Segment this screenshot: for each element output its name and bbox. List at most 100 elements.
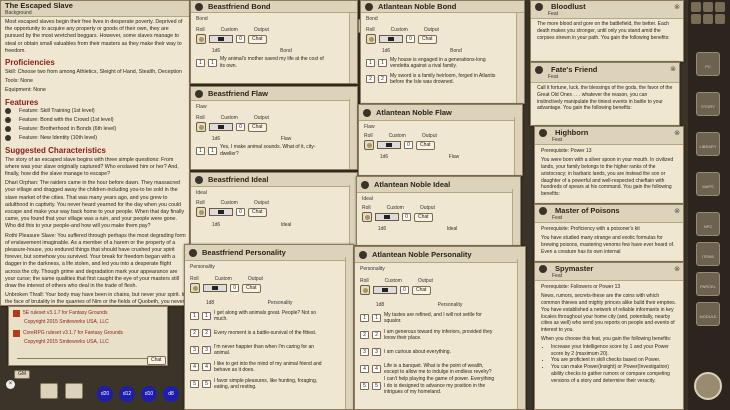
sidebar-items[interactable]: ITEMS	[696, 242, 720, 266]
result-text[interactable]: Yes, I make animal sounds. What of it, c…	[220, 144, 330, 157]
range-to[interactable]: 2	[378, 75, 387, 83]
result-text[interactable]: My sword is a family heirloom, forged in…	[390, 73, 498, 86]
range-from[interactable]: 1	[190, 312, 199, 320]
chat-output-button[interactable]: Chat	[242, 283, 261, 293]
result-text[interactable]: I favor simple pleasures, like hunting, …	[214, 378, 326, 391]
tokens-icon[interactable]	[691, 14, 701, 24]
range-to[interactable]: 5	[202, 380, 211, 388]
sidebar-module[interactable]: MODULE	[696, 302, 720, 326]
scrollbar[interactable]	[516, 13, 524, 103]
sidebar-maps[interactable]: MAPS	[696, 172, 720, 196]
feature-item[interactable]: Feature: Skill Training (1st level)	[19, 108, 95, 114]
range-from[interactable]: 1	[196, 146, 205, 155]
feature-link-icon[interactable]	[5, 108, 11, 115]
chat-output-button[interactable]: Chat	[414, 212, 433, 222]
custom-dice-field[interactable]	[373, 286, 397, 294]
chat-output-button[interactable]: Chat	[248, 34, 267, 44]
d10-die[interactable]: d10	[141, 386, 157, 402]
custom-dice-field[interactable]	[379, 35, 403, 43]
assets-icon[interactable]	[703, 14, 713, 24]
d8-die[interactable]: d8	[163, 386, 179, 402]
range-from[interactable]: 5	[190, 380, 199, 388]
modifier-field[interactable]: 0	[236, 208, 245, 216]
roll-button[interactable]	[196, 122, 206, 132]
range-from[interactable]: 1	[366, 59, 375, 67]
scrollbar[interactable]	[345, 257, 353, 409]
roll-button[interactable]	[190, 283, 200, 293]
range-to[interactable]: 4	[372, 365, 381, 373]
chat-output-button[interactable]: Chat	[418, 34, 437, 44]
chat-output-button[interactable]: Chat	[416, 140, 435, 150]
roll-button[interactable]	[360, 285, 370, 295]
modifier-field[interactable]: 0	[236, 35, 245, 43]
close-chat-icon[interactable]: ×	[6, 380, 15, 389]
range-to[interactable]: 2	[202, 329, 211, 337]
result-text[interactable]: My tastes are refined, and I will not se…	[384, 312, 496, 325]
custom-dice-field[interactable]	[209, 123, 233, 131]
modifier-field[interactable]: 0	[230, 284, 239, 292]
range-from[interactable]: 5	[360, 382, 369, 390]
result-text[interactable]: Every moment is a battle-survival of the…	[214, 330, 326, 337]
close-icon[interactable]: ⊗	[674, 129, 680, 137]
settings-icon[interactable]	[715, 14, 725, 24]
chat-input[interactable]	[17, 353, 157, 359]
close-icon[interactable]: ⊗	[670, 65, 676, 73]
d20-die[interactable]: d20	[97, 386, 113, 402]
sidebar-parcel[interactable]: PARCEL	[696, 272, 720, 296]
close-icon[interactable]: ⊗	[674, 265, 680, 273]
scrollbar[interactable]	[514, 117, 522, 175]
scrollbar[interactable]	[517, 259, 525, 409]
result-text[interactable]: My animal's mother saved my life at the …	[220, 56, 330, 69]
range-from[interactable]: 3	[190, 346, 199, 354]
modifier-field[interactable]: 0	[402, 213, 411, 221]
range-to[interactable]: 1	[372, 314, 381, 322]
range-from[interactable]: 3	[360, 348, 369, 356]
chat-output-button[interactable]: Chat	[248, 122, 267, 132]
clock-icon[interactable]	[694, 372, 722, 400]
range-to[interactable]: 1	[208, 58, 217, 67]
range-to[interactable]: 3	[372, 348, 381, 356]
range-from[interactable]: 4	[360, 365, 369, 373]
result-text[interactable]: I like to get into the mind of my animal…	[214, 361, 326, 374]
chat-output-button[interactable]: Chat	[248, 207, 267, 217]
roll-button[interactable]	[364, 140, 374, 150]
range-from[interactable]: 4	[190, 363, 199, 371]
result-text[interactable]: Life is a banquet. What is the point of …	[384, 363, 496, 376]
result-text[interactable]: My house is engaged in a generations-lon…	[390, 57, 498, 70]
custom-dice-field[interactable]	[377, 141, 401, 149]
feature-link-icon[interactable]	[5, 117, 11, 124]
range-from[interactable]: 1	[196, 58, 205, 67]
modifier-field[interactable]: 0	[400, 286, 409, 294]
roll-button[interactable]	[196, 207, 206, 217]
range-to[interactable]: 5	[372, 382, 381, 390]
modifier-field[interactable]: 0	[236, 123, 245, 131]
range-to[interactable]: 1	[208, 146, 217, 155]
custom-dice-field[interactable]	[375, 213, 399, 221]
range-from[interactable]: 1	[360, 314, 369, 322]
gm-tab[interactable]: GM	[14, 370, 31, 379]
feature-link-icon[interactable]	[5, 135, 11, 142]
combat-tracker-icon[interactable]	[65, 383, 83, 399]
sidebar-npc[interactable]: NPC	[696, 212, 720, 236]
range-to[interactable]: 3	[202, 346, 211, 354]
library-icon[interactable]	[715, 2, 725, 12]
close-icon[interactable]: ⊗	[674, 207, 680, 215]
scrollbar[interactable]	[349, 13, 357, 83]
custom-dice-field[interactable]	[209, 208, 233, 216]
scrollbar[interactable]	[349, 99, 357, 169]
range-from[interactable]: 2	[366, 75, 375, 83]
feature-item[interactable]: Feature: Brotherhood in Bonds (6th level…	[19, 126, 116, 132]
close-icon[interactable]: ⊗	[674, 3, 680, 11]
chat-send-button[interactable]: Chat	[147, 356, 166, 365]
range-from[interactable]: 2	[190, 329, 199, 337]
modifier-field[interactable]: 0	[404, 141, 413, 149]
custom-dice-field[interactable]	[203, 284, 227, 292]
range-to[interactable]: 4	[202, 363, 211, 371]
custom-dice-field[interactable]	[209, 35, 233, 43]
feature-item[interactable]: Feature: Bond with the Crowd (1st level)	[19, 117, 114, 123]
result-text[interactable]: I am generous toward my inferiors, provi…	[384, 329, 496, 342]
options-icon[interactable]	[703, 2, 713, 12]
result-text[interactable]: I am curious about everything.	[384, 349, 496, 356]
sidebar-pc[interactable]: PC	[696, 52, 720, 76]
scrollbar[interactable]	[512, 189, 520, 245]
